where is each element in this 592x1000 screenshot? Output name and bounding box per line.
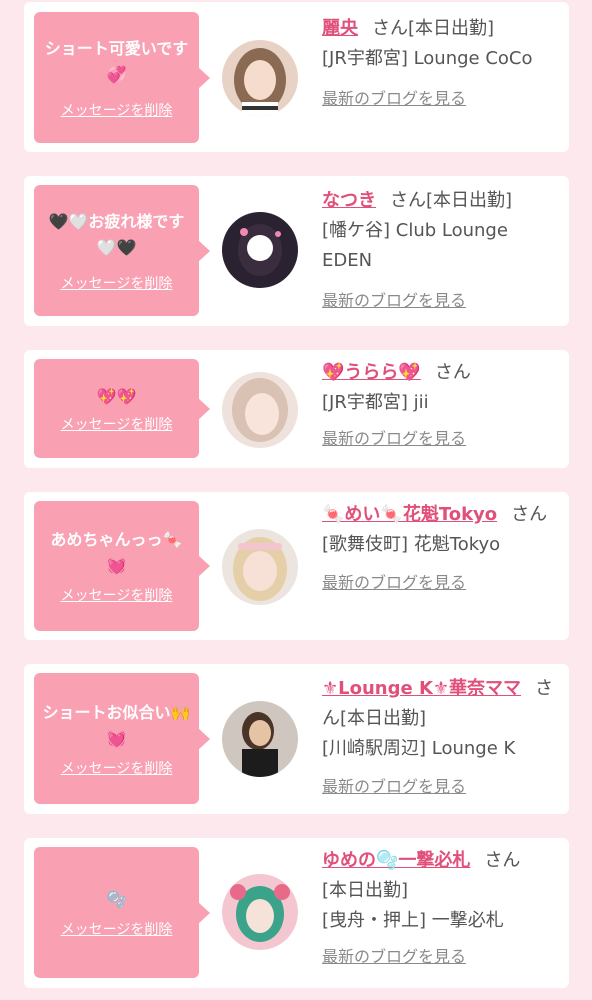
shop-label: [JR宇都宮] jii bbox=[322, 392, 429, 413]
avatar[interactable] bbox=[222, 874, 298, 950]
delete-message-link[interactable]: メッセージを削除 bbox=[61, 102, 173, 120]
avatar[interactable] bbox=[222, 40, 298, 116]
message-card: 💖💖 メッセージを削除 💖うらら💖 さん [JR宇都宮] jii 最新のブログを見… bbox=[24, 350, 569, 468]
message-text: 🖤🤍お疲れ様です🤍🖤 bbox=[48, 211, 185, 257]
cast-suffix: さん[本日出勤] bbox=[390, 190, 513, 211]
message-bubble: 🫧 メッセージを削除 bbox=[34, 847, 210, 978]
cast-suffix: さん bbox=[511, 504, 548, 525]
blog-link[interactable]: 最新のブログを見る bbox=[322, 84, 557, 114]
cast-info: 麗央 さん[本日出勤] [JR宇都宮] Lounge CoCo 最新のブログを見る bbox=[322, 14, 557, 114]
blog-link[interactable]: 最新のブログを見る bbox=[322, 424, 557, 454]
shop-label: [JR宇都宮] Lounge CoCo bbox=[322, 48, 533, 69]
cast-info: 💖うらら💖 さん [JR宇都宮] jii 最新のブログを見る bbox=[322, 358, 557, 454]
cast-name-link[interactable]: 麗央 bbox=[322, 18, 358, 39]
cast-info: なつき さん[本日出勤] [幡ケ谷] Club Lounge EDEN 最新のブロ… bbox=[322, 186, 557, 316]
blog-link[interactable]: 最新のブログを見る bbox=[322, 568, 557, 598]
delete-message-link[interactable]: メッセージを削除 bbox=[61, 587, 173, 605]
message-card: 🫧 メッセージを削除 ゆめの🫧一撃必札 さん [本日出勤] [曳舟・押上] 一撃必… bbox=[24, 838, 569, 988]
blog-link[interactable]: 最新のブログを見る bbox=[322, 772, 557, 802]
message-bubble: ショート可愛いです💞 メッセージを削除 bbox=[34, 12, 210, 143]
message-card: ショートお似合い🙌💓 メッセージを削除 ⚜Lounge K⚜華奈ママ さん[本日出… bbox=[24, 664, 569, 814]
blog-link[interactable]: 最新のブログを見る bbox=[322, 942, 557, 972]
avatar[interactable] bbox=[222, 701, 298, 777]
cast-name-link[interactable]: ⚜Lounge K⚜華奈ママ bbox=[322, 678, 521, 699]
message-bubble: 💖💖 メッセージを削除 bbox=[34, 359, 210, 458]
cast-suffix: さん[本日出勤] bbox=[372, 18, 495, 39]
avatar[interactable] bbox=[222, 529, 298, 605]
blog-link[interactable]: 最新のブログを見る bbox=[322, 286, 557, 316]
cast-name-link[interactable]: 🍬めい🍬花魁Tokyo bbox=[322, 504, 497, 525]
delete-message-link[interactable]: メッセージを削除 bbox=[61, 921, 173, 939]
cast-suffix: さん bbox=[434, 362, 471, 383]
message-text: ショートお似合い🙌💓 bbox=[42, 702, 191, 748]
cast-name-link[interactable]: 💖うらら💖 bbox=[322, 362, 421, 383]
avatar[interactable] bbox=[222, 212, 298, 288]
message-text: 💖💖 bbox=[96, 386, 137, 406]
avatar[interactable] bbox=[222, 372, 298, 448]
shop-label: [幡ケ谷] Club Lounge EDEN bbox=[322, 220, 508, 271]
cast-name-link[interactable]: なつき bbox=[322, 190, 376, 211]
message-text: ショート可愛いです💞 bbox=[44, 38, 189, 84]
cast-info: ゆめの🫧一撃必札 さん [本日出勤] [曳舟・押上] 一撃必札 最新のブログを見る bbox=[322, 846, 557, 972]
delete-message-link[interactable]: メッセージを削除 bbox=[61, 275, 173, 293]
cast-info: ⚜Lounge K⚜華奈ママ さん[本日出勤] [川崎駅周辺] Lounge K … bbox=[322, 674, 557, 802]
message-card: あめちゃんっっ🍬💓 メッセージを削除 🍬めい🍬花魁Tokyo さん [歌舞伎町] … bbox=[24, 492, 569, 640]
message-text: 🫧 bbox=[106, 889, 127, 909]
cast-info: 🍬めい🍬花魁Tokyo さん [歌舞伎町] 花魁Tokyo 最新のブログを見る bbox=[322, 500, 557, 598]
shop-label: [川崎駅周辺] Lounge K bbox=[322, 738, 516, 759]
delete-message-link[interactable]: メッセージを削除 bbox=[61, 416, 173, 434]
message-text: あめちゃんっっ🍬💓 bbox=[50, 530, 183, 575]
message-bubble: 🖤🤍お疲れ様です🤍🖤 メッセージを削除 bbox=[34, 185, 210, 316]
status-label: [本日出勤] bbox=[322, 880, 409, 901]
cast-suffix: さん bbox=[484, 850, 521, 871]
message-bubble: あめちゃんっっ🍬💓 メッセージを削除 bbox=[34, 501, 210, 631]
message-card: 🖤🤍お疲れ様です🤍🖤 メッセージを削除 なつき さん[本日出勤] [幡ケ谷] Cl… bbox=[24, 176, 569, 326]
cast-name-link[interactable]: ゆめの🫧一撃必札 bbox=[322, 850, 470, 871]
shop-label: [曳舟・押上] 一撃必札 bbox=[322, 910, 504, 931]
delete-message-link[interactable]: メッセージを削除 bbox=[61, 760, 173, 778]
message-card: ショート可愛いです💞 メッセージを削除 麗央 さん[本日出勤] [JR宇都宮] L… bbox=[24, 2, 569, 152]
shop-label: [歌舞伎町] 花魁Tokyo bbox=[322, 534, 501, 555]
message-bubble: ショートお似合い🙌💓 メッセージを削除 bbox=[34, 673, 210, 804]
